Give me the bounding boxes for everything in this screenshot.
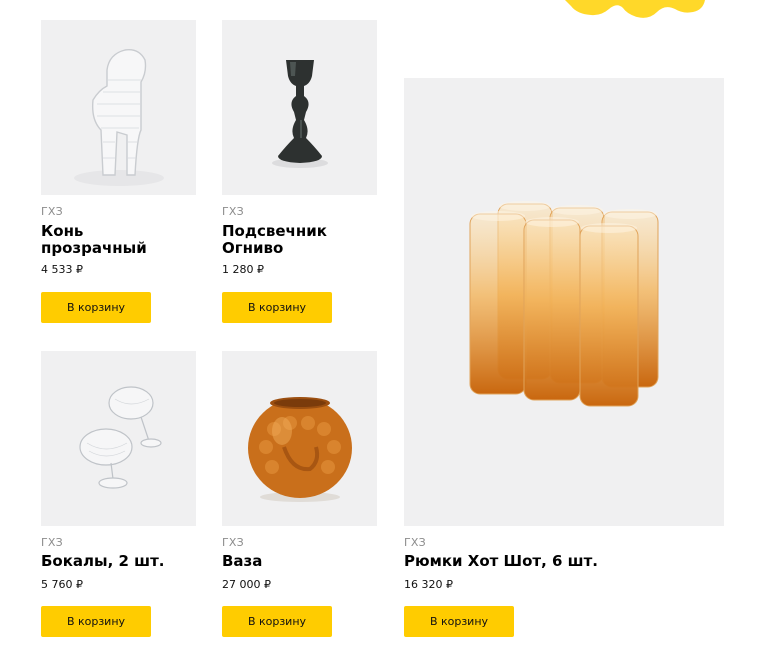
product-card-shot-glasses: ГХЗ Рюмки Хот Шот, 6 шт. 16 320 ₽ В корз… (404, 78, 724, 641)
add-to-cart-button[interactable]: В корзину (222, 606, 332, 637)
product-name[interactable]: Конь прозрачный (41, 223, 201, 257)
add-to-cart-button[interactable]: В корзину (222, 292, 332, 323)
product-photo-glasses[interactable] (41, 351, 196, 526)
product-photo-horse[interactable] (41, 20, 196, 195)
product-brand: ГХЗ (222, 536, 244, 549)
product-card-vase: ГХЗ Ваза 27 000 ₽ В корзину (222, 351, 377, 641)
product-card-candlestick: ГХЗ Подсвечник Огниво 1 280 ₽ В корзину (222, 20, 377, 325)
product-brand: ГХЗ (41, 536, 63, 549)
product-photo-vase[interactable] (222, 351, 377, 526)
product-card-horse: ГХЗ Конь прозрачный 4 533 ₽ В корзину (41, 20, 196, 325)
product-name[interactable]: Ваза (222, 553, 382, 570)
product-price: 4 533 ₽ (41, 263, 83, 276)
product-name[interactable]: Подсвечник Огниво (222, 223, 382, 257)
product-brand: ГХЗ (222, 205, 244, 218)
product-photo-candlestick[interactable] (222, 20, 377, 195)
product-price: 5 760 ₽ (41, 578, 83, 591)
product-card-glasses: ГХЗ Бокалы, 2 шт. 5 760 ₽ В корзину (41, 351, 196, 641)
product-price: 16 320 ₽ (404, 578, 453, 591)
product-name[interactable]: Бокалы, 2 шт. (41, 553, 201, 570)
product-name[interactable]: Рюмки Хот Шот, 6 шт. (404, 553, 704, 570)
add-to-cart-button[interactable]: В корзину (41, 606, 151, 637)
product-photo-shot-glasses[interactable] (404, 78, 724, 526)
add-to-cart-button[interactable]: В корзину (41, 292, 151, 323)
decorative-yellow-blob (565, 0, 705, 18)
add-to-cart-button[interactable]: В корзину (404, 606, 514, 637)
product-brand: ГХЗ (41, 205, 63, 218)
product-price: 1 280 ₽ (222, 263, 264, 276)
product-brand: ГХЗ (404, 536, 426, 549)
product-price: 27 000 ₽ (222, 578, 271, 591)
